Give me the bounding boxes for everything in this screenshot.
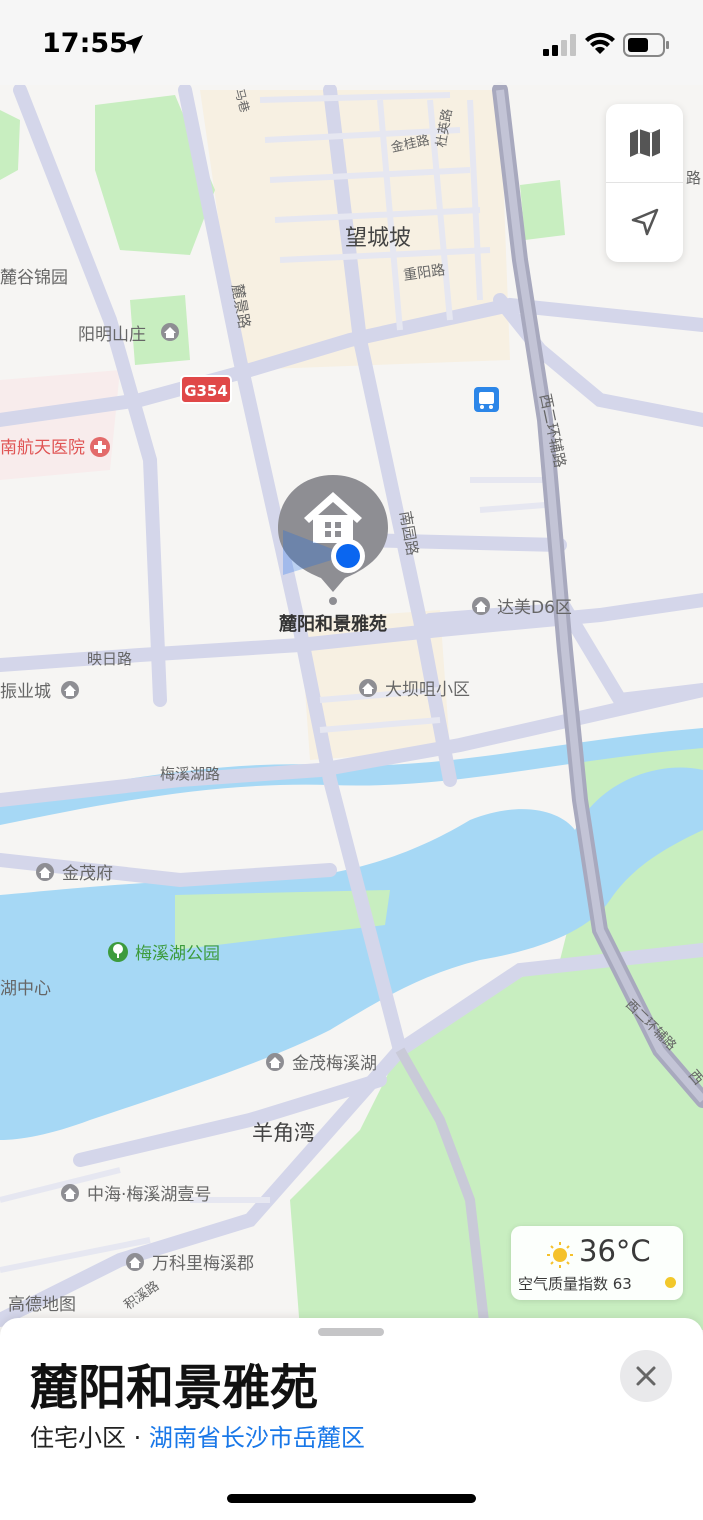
weather-widget[interactable]: 36°C 空气质量指数 63: [511, 1226, 683, 1300]
place-detail-sheet[interactable]: 麓阳和景雅苑 住宅小区 · 湖南省长沙市岳麓区: [0, 1318, 703, 1520]
park-icon: [108, 942, 128, 962]
place-label-jinmaofu: 金茂府: [62, 864, 113, 884]
house-icon: [161, 323, 179, 341]
map-attribution: 高德地图: [8, 1295, 76, 1315]
pin-label: 麓阳和景雅苑: [278, 613, 387, 635]
temperature-text: 36°C: [579, 1234, 651, 1268]
close-button[interactable]: [620, 1350, 672, 1402]
location-arrow-icon: [631, 208, 658, 236]
air-quality-text: 空气质量指数 63: [518, 1275, 632, 1293]
place-region-link[interactable]: 湖南省长沙市岳麓区: [149, 1424, 365, 1452]
road-label-meixihulu: 梅溪湖路: [160, 765, 220, 783]
place-category: 住宅小区: [30, 1424, 126, 1452]
house-icon: [61, 681, 79, 699]
map-icon: [629, 129, 660, 157]
place-label-yangmingshanzhuang: 阳明山庄: [78, 325, 146, 345]
place-subtitle: 住宅小区 · 湖南省长沙市岳麓区: [30, 1418, 365, 1453]
close-icon: [636, 1366, 656, 1386]
place-label-zhonghai: 中海·梅溪湖壹号: [87, 1185, 211, 1205]
g354-label: G354: [184, 382, 228, 400]
place-label-dabaxiaoqu: 大坝咀小区: [385, 680, 470, 700]
house-icon: [359, 679, 377, 697]
map-mode-button[interactable]: [606, 104, 683, 183]
wifi-icon: [585, 32, 615, 54]
cellular-signal-icon: [543, 34, 576, 56]
place-label-luguyuan: 麓谷锦园: [0, 268, 68, 288]
hospital-icon: [90, 437, 110, 457]
place-label-jinmaomeixihu: 金茂梅溪湖: [292, 1054, 377, 1074]
district-label-wangchengpo: 望城坡: [345, 226, 411, 251]
route-shield-g354: G354: [180, 375, 232, 404]
place-label-wankeli: 万科里梅溪郡: [152, 1254, 254, 1274]
place-label-dameid6: 达美D6区: [497, 598, 572, 618]
road-label-yingrilu: 映日路: [87, 650, 132, 668]
place-title: 麓阳和景雅苑: [30, 1360, 319, 1416]
park-area: [0, 110, 20, 180]
house-icon: [266, 1053, 284, 1071]
house-icon: [472, 597, 490, 615]
battery-icon: [623, 33, 669, 57]
place-label-zhenyecheng: 振业城: [0, 682, 51, 702]
location-services-icon: [123, 35, 143, 54]
place-label-huzhongxin: 湖中心: [0, 979, 51, 999]
air-quality-indicator: [665, 1277, 676, 1288]
map-controls: [606, 104, 683, 262]
status-time: 17:55: [42, 28, 128, 59]
place-label-meixihupark: 梅溪湖公园: [135, 944, 220, 964]
park-area: [520, 180, 565, 240]
district-label-yangjiaowan: 羊角湾: [252, 1121, 315, 1145]
home-indicator[interactable]: [227, 1494, 476, 1503]
road-label-right-edge: 路: [686, 169, 701, 187]
locate-me-button[interactable]: [606, 183, 683, 261]
subtitle-separator: ·: [126, 1424, 149, 1452]
house-icon: [61, 1184, 79, 1202]
place-label-hospital: 南航天医院: [0, 438, 85, 458]
sun-icon: [547, 1242, 573, 1268]
sheet-grabber[interactable]: [318, 1328, 384, 1336]
house-icon: [126, 1253, 144, 1271]
bus-stop-icon[interactable]: [474, 387, 499, 412]
status-bar: 17:55: [0, 0, 703, 85]
hospital-area: [0, 370, 120, 480]
house-icon: [36, 863, 54, 881]
